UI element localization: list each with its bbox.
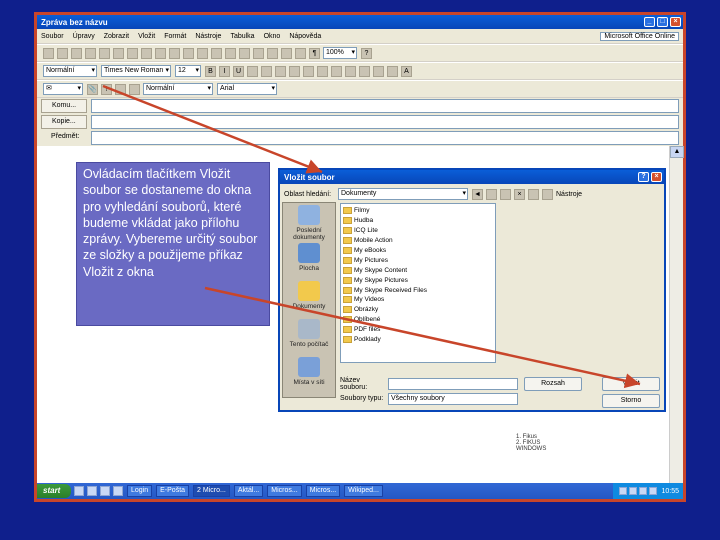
annotation-arrows: [102, 84, 641, 389]
arrow-to-dialog: [102, 84, 323, 174]
arrow-to-insert: [204, 286, 641, 389]
